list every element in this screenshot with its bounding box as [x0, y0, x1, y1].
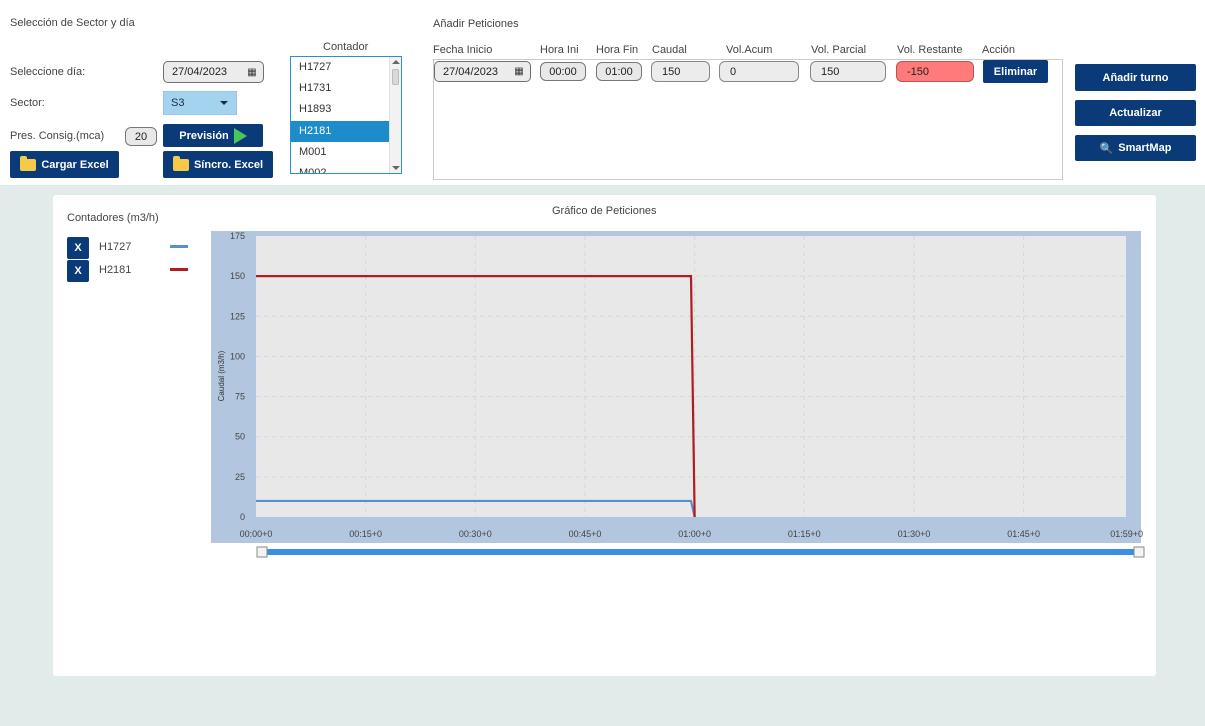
x-tick-label: 01:00+0	[678, 529, 711, 539]
peticiones-chart: 0 25 50 75 100 125 150 175 00:00+0 00:15+0 00:30+…	[211, 231, 1145, 558]
range-slider-start-handle[interactable]	[256, 546, 268, 558]
x-tick-label: 01:45+0	[1007, 529, 1040, 539]
x-tick-label: 01:15+0	[788, 529, 821, 539]
y-tick-label: 150	[230, 271, 245, 281]
y-tick-label: 50	[235, 432, 245, 442]
x-tick-label: 00:30+0	[459, 529, 492, 539]
y-tick-label: 100	[230, 351, 245, 361]
range-slider-end-handle[interactable]	[1133, 546, 1145, 558]
x-tick-label: 00:15+0	[349, 529, 382, 539]
x-tick-label: 01:59+0	[1110, 529, 1143, 539]
y-tick-label: 75	[235, 392, 245, 402]
x-tick-label: 01:30+0	[898, 529, 931, 539]
x-tick-label: 00:45+0	[569, 529, 602, 539]
y-tick-label: 0	[240, 512, 245, 522]
y-tick-label: 25	[235, 472, 245, 482]
y-tick-label: 125	[230, 311, 245, 321]
range-slider-track[interactable]	[262, 549, 1139, 555]
x-ticks: 00:00+0 00:15+0 00:30+0 00:45+0 01:00+0 01:15…	[240, 529, 1143, 539]
x-tick-label: 00:00+0	[240, 529, 273, 539]
y-tick-label: 175	[230, 231, 245, 241]
y-axis-label: Caudal (m3/h)	[217, 350, 226, 401]
